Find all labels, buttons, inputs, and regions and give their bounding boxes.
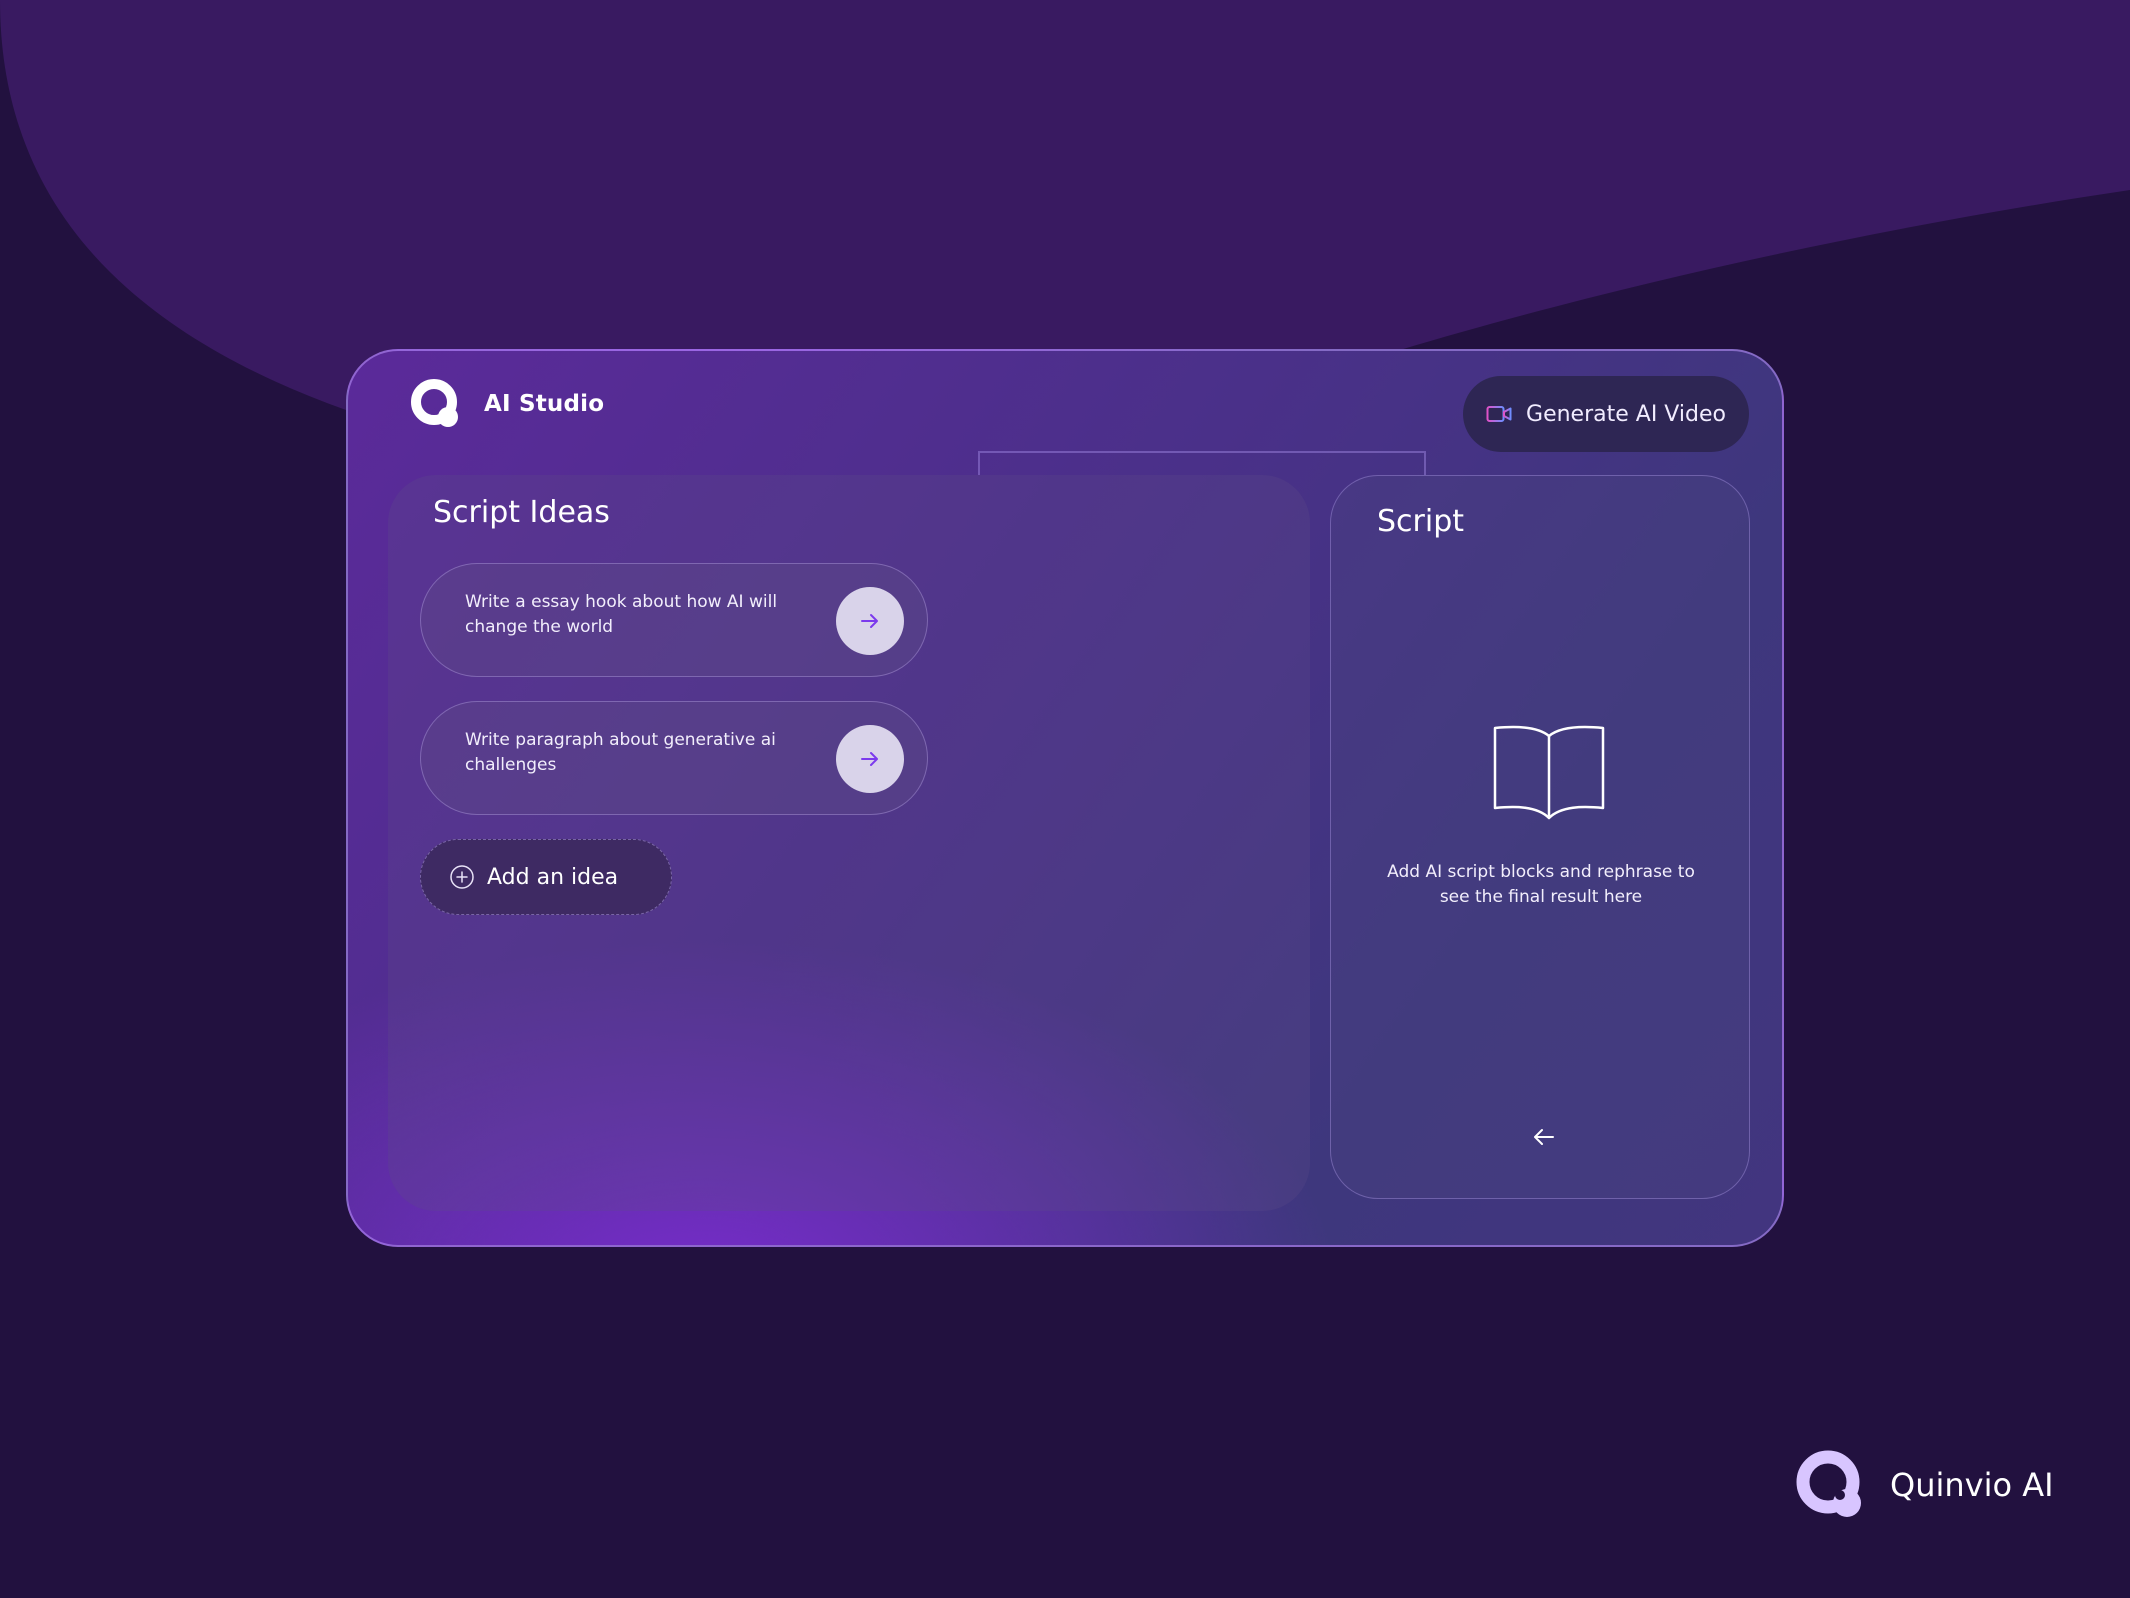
script-empty-hint: Add AI script blocks and rephrase to see… bbox=[1387, 862, 1695, 907]
add-idea-button[interactable]: Add an idea bbox=[420, 839, 672, 915]
logo-icon bbox=[1796, 1450, 1861, 1517]
idea-text: Write paragraph about generative ai chal… bbox=[465, 730, 776, 775]
arrow-right-icon bbox=[861, 614, 878, 628]
script-ideas-title: Script Ideas bbox=[433, 495, 610, 530]
script-ideas-panel: Script Ideas Write a essay hook about ho… bbox=[388, 475, 1310, 1211]
footer-brand: Quinvio AI bbox=[1792, 1446, 2054, 1524]
idea-text: Write a essay hook about how AI will cha… bbox=[465, 592, 778, 637]
arrow-right-icon bbox=[861, 752, 878, 766]
open-book-icon bbox=[1493, 725, 1605, 820]
panel-connector bbox=[978, 451, 1426, 475]
idea-card[interactable]: Write paragraph about generative ai chal… bbox=[420, 701, 928, 815]
generate-ai-video-button[interactable]: Generate AI Video bbox=[1463, 376, 1749, 452]
idea-card[interactable]: Write a essay hook about how AI will cha… bbox=[420, 563, 928, 677]
generate-ai-video-label: Generate AI Video bbox=[1526, 401, 1726, 427]
logo-icon bbox=[411, 379, 458, 427]
app-title: AI Studio bbox=[484, 391, 605, 417]
ai-studio-window: AI Studio Generate AI Video Script Ideas… bbox=[346, 349, 1784, 1247]
script-panel: Script Add AI script blocks and rephrase… bbox=[1330, 475, 1750, 1199]
arrow-left-icon[interactable] bbox=[1531, 1124, 1557, 1150]
video-camera-icon bbox=[1486, 406, 1512, 422]
plus-circle-icon bbox=[450, 865, 474, 889]
use-idea-button[interactable] bbox=[836, 587, 904, 655]
footer-brand-name: Quinvio AI bbox=[1890, 1466, 2054, 1504]
studio-brand: AI Studio bbox=[408, 376, 604, 432]
script-title: Script bbox=[1377, 504, 1465, 539]
use-idea-button[interactable] bbox=[836, 725, 904, 793]
add-idea-label: Add an idea bbox=[487, 864, 619, 890]
